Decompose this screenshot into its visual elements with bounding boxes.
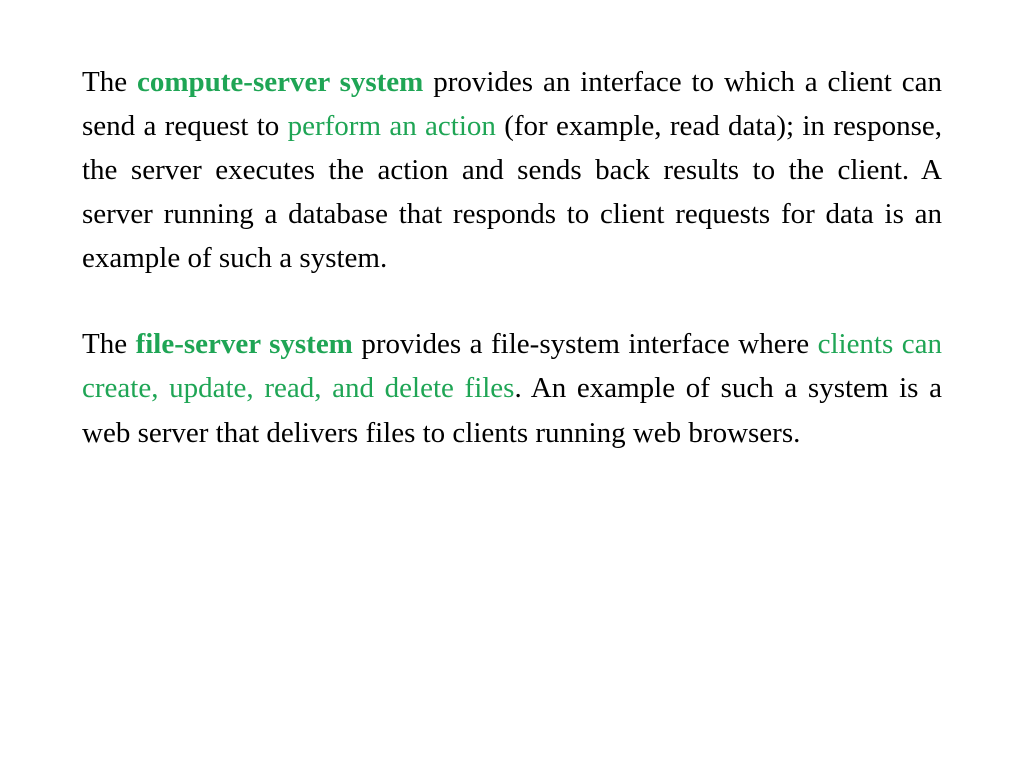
text-segment: The	[82, 328, 136, 360]
term-file-server-system: file-server system	[136, 328, 353, 360]
paragraph-file-server: The file-server system provides a file-s…	[82, 322, 942, 454]
text-segment: provides a file-system interface where	[353, 328, 818, 360]
paragraph-compute-server: The compute-server system provides an in…	[82, 60, 942, 280]
phrase-perform-an-action: perform an action	[288, 110, 496, 142]
term-compute-server-system: compute-server system	[137, 66, 423, 98]
text-segment: The	[82, 66, 137, 98]
